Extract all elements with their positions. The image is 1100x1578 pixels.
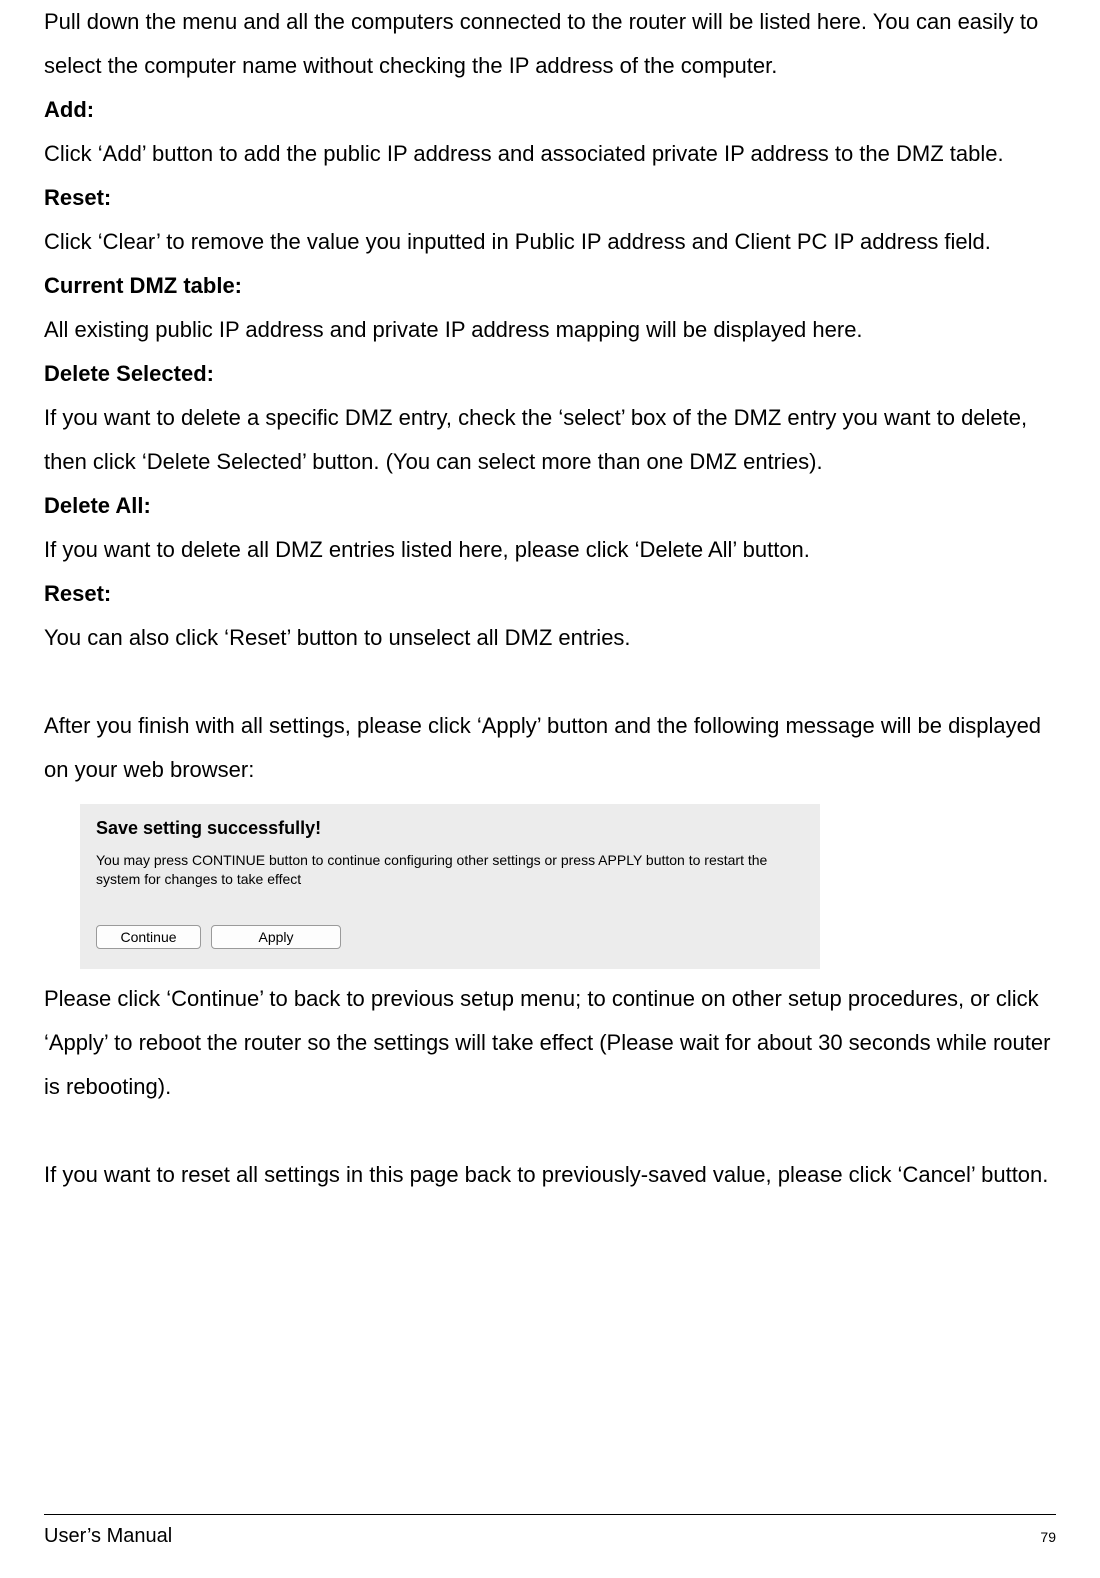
reset2-text: You can also click ‘Reset’ button to uns… [44,616,1056,660]
page-footer: User’s Manual 79 [44,1514,1056,1548]
delete-selected-text: If you want to delete a specific DMZ ent… [44,396,1056,484]
intro-text: Pull down the menu and all the computers… [44,0,1056,88]
add-label: Add: [44,88,1056,132]
dialog-title: Save setting successfully! [96,818,804,839]
reset2-label: Reset: [44,572,1056,616]
add-text: Click ‘Add’ button to add the public IP … [44,132,1056,176]
reset1-text: Click ‘Clear’ to remove the value you in… [44,220,1056,264]
dialog-description: You may press CONTINUE button to continu… [96,851,804,889]
current-dmz-text: All existing public IP address and priva… [44,308,1056,352]
reset-note-text: If you want to reset all settings in thi… [44,1153,1056,1197]
continue-button[interactable]: Continue [96,925,201,949]
delete-all-label: Delete All: [44,484,1056,528]
after-settings-text: After you finish with all settings, plea… [44,704,1056,792]
footer-page-number: 79 [1040,1529,1056,1545]
delete-selected-label: Delete Selected: [44,352,1056,396]
after-screenshot-text: Please click ‘Continue’ to back to previ… [44,977,1056,1109]
apply-button[interactable]: Apply [211,925,341,949]
footer-title: User’s Manual [44,1525,172,1548]
save-dialog-screenshot: Save setting successfully! You may press… [80,804,820,969]
current-dmz-label: Current DMZ table: [44,264,1056,308]
delete-all-text: If you want to delete all DMZ entries li… [44,528,1056,572]
reset1-label: Reset: [44,176,1056,220]
